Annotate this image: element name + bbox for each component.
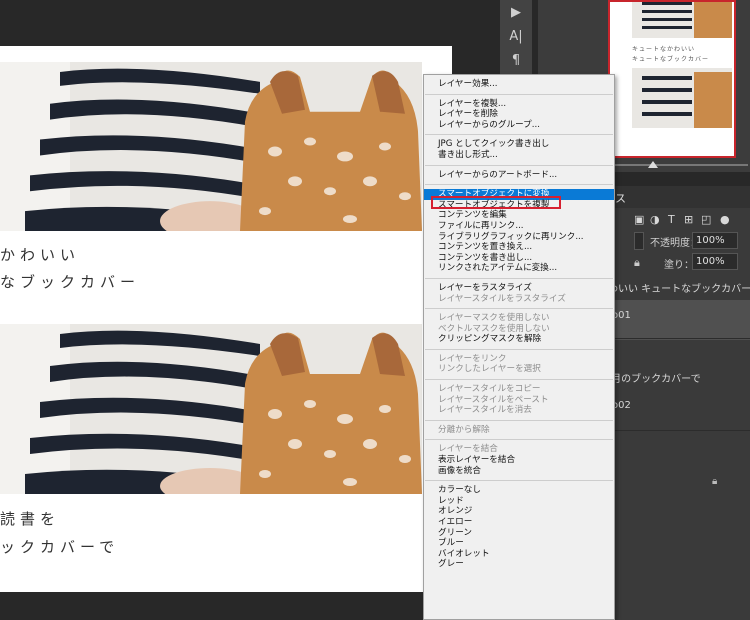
menu-item: リンクしたレイヤーを選択	[438, 364, 541, 375]
thumbnail-photo	[632, 68, 732, 128]
menu-item: レイヤースタイルをコピー	[438, 384, 541, 395]
zoom-slider-knob[interactable]	[648, 161, 658, 168]
menu-item[interactable]: コンテンツを編集	[424, 210, 614, 221]
menu-item[interactable]: ファイルに再リンク...	[424, 221, 614, 232]
caption-line: ックカバーで	[0, 538, 120, 556]
menu-item: レイヤースタイルをペースト	[438, 394, 549, 405]
menu-item[interactable]: グリーン	[424, 528, 614, 539]
layer-row[interactable]: i	[598, 452, 750, 463]
menu-item[interactable]: レイヤーをラスタライズ	[424, 283, 614, 294]
menu-item[interactable]: 画像を統合	[424, 466, 614, 477]
lock-all-icon[interactable]: 🔒︎	[634, 256, 640, 270]
blend-mode-dropdown[interactable]	[634, 232, 644, 250]
menu-item: レイヤーマスクを使用しない	[438, 313, 550, 324]
menu-item[interactable]: 書き出し形式...	[424, 150, 614, 161]
layer-row-selected[interactable]: o01	[598, 300, 750, 340]
menu-item[interactable]: ライブラリグラフィックに再リンク...	[424, 232, 614, 243]
menu-item[interactable]: JPG としてクイック書き出し	[424, 139, 614, 150]
menu-separator	[425, 184, 613, 186]
play-icon[interactable]: ▶	[500, 0, 532, 24]
menu-separator	[425, 93, 613, 95]
photo-striped-shirt-fur-2	[0, 324, 422, 494]
fill-input[interactable]: 100%	[692, 253, 738, 270]
menu-item[interactable]: グレー	[424, 559, 614, 570]
image-filter-icon[interactable]: ▣	[634, 213, 644, 226]
menu-item[interactable]: リンクされたアイテムに変換...	[424, 263, 614, 274]
menu-item[interactable]: コンテンツを書き出し...	[424, 253, 614, 264]
menu-item[interactable]: イエロー	[424, 517, 614, 528]
menu-item[interactable]: レイヤーを複製...	[424, 99, 614, 110]
menu-separator	[425, 134, 613, 136]
menu-item: レイヤースタイルをラスタライズ	[438, 293, 566, 304]
filter-toggle-icon[interactable]: ●	[720, 213, 730, 226]
menu-item[interactable]: バイオレット	[424, 549, 614, 560]
menu-item[interactable]: コンテンツを置き換え...	[424, 242, 614, 253]
menu-item: レイヤーを結合	[438, 444, 498, 455]
fill-label: 塗り：	[664, 260, 694, 271]
character-panel-icon[interactable]: A|	[500, 24, 532, 48]
zoom-slider[interactable]	[608, 164, 748, 166]
layer-row[interactable]: を 月のブックカバーで	[598, 370, 750, 385]
photo-illustration-2	[0, 324, 422, 494]
layer-row[interactable]: o02	[598, 400, 750, 411]
menu-item[interactable]: レイヤー効果...	[424, 79, 614, 90]
thumbnail-text: キュートなブックカバー	[632, 56, 710, 63]
opacity-input[interactable]: 100%	[692, 232, 738, 249]
menu-separator	[425, 439, 613, 441]
menu-item[interactable]: レイヤーを削除	[424, 109, 614, 120]
menu-item[interactable]: クリッピングマスクを解除	[424, 334, 614, 345]
caption-line: かわいい	[0, 246, 81, 264]
paragraph-icon[interactable]: ¶	[500, 48, 532, 72]
menu-item[interactable]: スマートオブジェクトを複製	[424, 200, 614, 211]
caption-line: なブックカバー	[0, 273, 141, 291]
menu-separator	[425, 379, 613, 381]
menu-separator	[425, 308, 613, 310]
menu-item: レイヤーをリンク	[438, 353, 507, 364]
caption-line: 読書を	[0, 510, 61, 528]
panel-divider	[598, 338, 750, 339]
thumbnail-text: キュートなかわいい	[632, 46, 696, 53]
adjustment-filter-icon[interactable]: ◑	[650, 213, 660, 226]
menu-item[interactable]: 表示レイヤーを結合	[424, 455, 614, 466]
menu-separator	[425, 480, 613, 482]
menu-separator	[425, 419, 613, 421]
photo-illustration-1	[0, 62, 422, 231]
shape-filter-icon[interactable]: ⊞	[684, 213, 693, 226]
layer-context-menu: レイヤー効果... レイヤーを複製... レイヤーを削除 レイヤーからのグループ...…	[423, 74, 615, 620]
menu-item[interactable]: オレンジ	[424, 506, 614, 517]
menu-item: 分離から解除	[438, 424, 490, 435]
type-filter-icon[interactable]: T	[668, 213, 675, 226]
thumbnail-photo	[632, 2, 732, 38]
menu-item[interactable]: ブルー	[424, 538, 614, 549]
menu-item[interactable]: レイヤーからのアートボード...	[424, 170, 614, 181]
navigator-thumbnail[interactable]: キュートなかわいい キュートなブックカバー	[608, 0, 736, 158]
layer-lock-icon: 🔒︎	[712, 476, 718, 487]
menu-item[interactable]: レッド	[424, 496, 614, 507]
menu-item-selected[interactable]: スマートオブジェクトに変換	[424, 189, 614, 200]
menu-separator	[425, 164, 613, 166]
menu-item: ベクトルマスクを使用しない	[438, 323, 550, 334]
menu-item[interactable]: カラーなし	[424, 485, 614, 496]
layer-row[interactable]: かわいい キュートなブックカバー	[598, 280, 750, 295]
panel-divider	[598, 430, 750, 431]
menu-item: レイヤースタイルを消去	[438, 405, 532, 416]
photo-striped-shirt-fur-1	[0, 62, 422, 231]
tool-strip: ▶ A| ¶	[500, 0, 532, 80]
smart-object-filter-icon[interactable]: ◰	[701, 213, 711, 226]
document-canvas[interactable]: かわいい なブックカバー 読書を ックカバーで	[0, 46, 452, 592]
menu-item[interactable]: レイヤーからのグループ...	[424, 120, 614, 131]
menu-separator	[425, 277, 613, 279]
menu-separator	[425, 348, 613, 350]
